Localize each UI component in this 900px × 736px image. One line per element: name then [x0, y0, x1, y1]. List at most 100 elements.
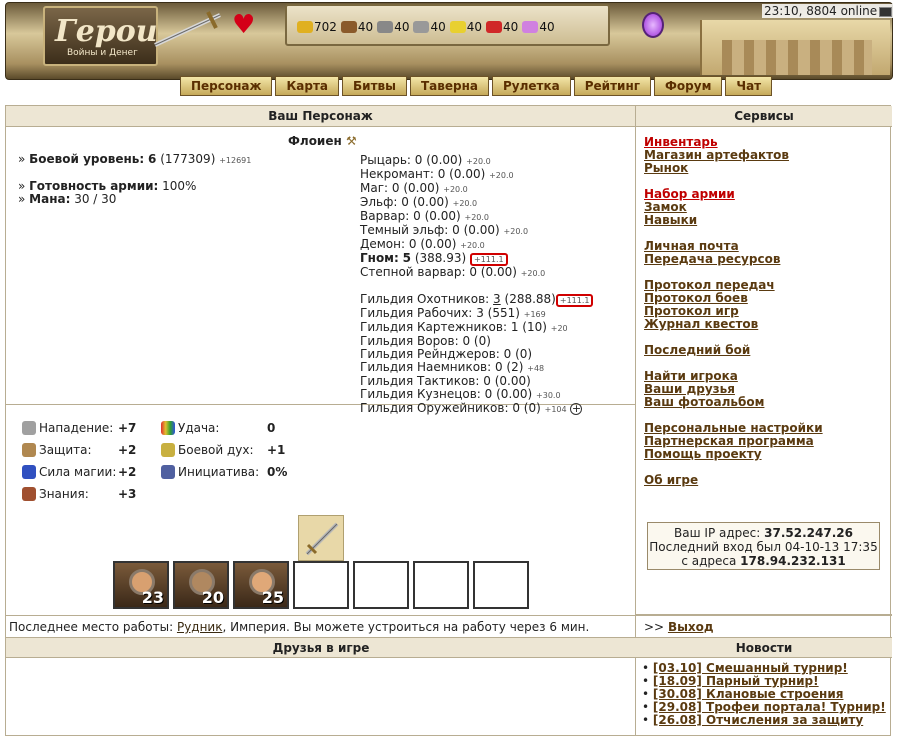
service-link-text[interactable]: Персональные настройки: [644, 421, 823, 435]
nav-button[interactable]: Рейтинг: [573, 76, 652, 96]
guild-value: 0 (0): [503, 347, 533, 361]
service-link-text[interactable]: Передача ресурсов: [644, 252, 780, 266]
resource-crystals[interactable]: 40: [486, 20, 518, 34]
service-link-text[interactable]: Протокол боев: [644, 291, 748, 305]
service-link-text[interactable]: Протокол игр: [644, 304, 739, 318]
online-icon[interactable]: [879, 6, 893, 17]
service-link-text[interactable]: Замок: [644, 200, 687, 214]
nav-button[interactable]: Персонаж: [180, 76, 273, 96]
work-suffix: , Империя. Вы можете устроиться на работ…: [222, 620, 590, 634]
defense-label: Защита:: [39, 443, 92, 457]
logout-link[interactable]: Выход: [668, 620, 714, 634]
services-groups: Инвентарь Магазин артефактов Рынок Набор ар…: [644, 136, 892, 487]
initiative-label: Инициатива:: [178, 465, 260, 479]
initiative-row: Инициатива: 0%: [161, 465, 287, 479]
news-title: Новости: [636, 637, 892, 658]
service-link-text[interactable]: Навыки: [644, 213, 697, 227]
army-slot-3[interactable]: 25: [233, 561, 289, 609]
service-link-text[interactable]: Партнерская программа: [644, 434, 814, 448]
service-link-text[interactable]: Ваши друзья: [644, 382, 735, 396]
resource-ore[interactable]: 40: [377, 20, 409, 34]
hourglass-icon: [161, 465, 175, 479]
service-link-text[interactable]: Найти игрока: [644, 369, 738, 383]
character-name-text[interactable]: Флоиен: [288, 134, 342, 148]
header: Герои Войны и Денег ♥ 702 40 40 40 40 40 40 23…: [0, 0, 900, 105]
resource-value: 40: [539, 20, 555, 34]
service-link-text[interactable]: Последний бой: [644, 343, 750, 357]
services-group: Персональные настройки Партнерская програ…: [644, 422, 892, 461]
faction-delta: +20.0: [452, 199, 478, 208]
nav-button[interactable]: Таверна: [410, 76, 489, 96]
nav-button[interactable]: Чат: [725, 76, 773, 96]
service-link-text[interactable]: Магазин артефактов: [644, 148, 789, 162]
combat-exp-delta: +12691: [219, 156, 252, 165]
nav-button[interactable]: Карта: [275, 76, 340, 96]
faction-row: Некромант: 0 (0.00) +20.0: [360, 168, 593, 182]
guild-delta: +169: [523, 310, 546, 319]
faction-list: Рыцарь: 0 (0.00) +20.0 Некромант: 0 (0.00…: [360, 154, 593, 252]
resource-mercury[interactable]: 40: [413, 20, 446, 34]
guild-label: Гильдия Рейнджеров:: [360, 347, 500, 361]
from-ip-row: с адреса 178.94.232.131: [648, 554, 879, 568]
army-slot-empty[interactable]: [353, 561, 409, 609]
nav-button[interactable]: Рулетка: [492, 76, 571, 96]
service-link-text[interactable]: Ваш фотоальбом: [644, 395, 764, 409]
nav-button[interactable]: Битвы: [342, 76, 407, 96]
morale-label: Боевой дух:: [178, 443, 254, 457]
services-group: Найти игрока Ваши друзья Ваш фотоальбом: [644, 370, 892, 409]
faction-delta: +20.0: [443, 185, 468, 194]
resource-wood[interactable]: 40: [340, 20, 373, 34]
news-link[interactable]: [30.08] Клановые строения: [653, 687, 844, 701]
service-link-text[interactable]: Протокол передач: [644, 278, 775, 292]
service-link: Помощь проекту: [644, 448, 892, 461]
steppe-value: 0 (0.00): [469, 265, 517, 279]
friends-list: [6, 659, 636, 736]
left-column: Ваш Персонаж Флоиен ⚒ » Боевой уровень: …: [6, 106, 636, 735]
news-link[interactable]: [26.08] Отчисления за защиту: [653, 713, 863, 727]
hunters-label: Гильдия Охотников:: [360, 292, 490, 306]
weapon-slot[interactable]: [298, 515, 344, 561]
faction-delta: +20.0: [466, 157, 491, 166]
ip-value: 37.52.247.26: [764, 526, 853, 540]
faction-row: Рыцарь: 0 (0.00) +20.0: [360, 154, 593, 168]
service-link-text[interactable]: Рынок: [644, 161, 688, 175]
work-place-link[interactable]: Рудник: [177, 620, 223, 634]
army-slot-empty[interactable]: [473, 561, 529, 609]
service-link-text[interactable]: Помощь проекту: [644, 447, 762, 461]
army-slot-empty[interactable]: [413, 561, 469, 609]
hunters-delta: +111.1: [555, 294, 594, 307]
army-slot-1[interactable]: 23: [113, 561, 169, 609]
service-link-text[interactable]: Личная почта: [644, 239, 739, 253]
game-logo[interactable]: Герои Войны и Денег: [43, 6, 158, 66]
faction-label: Маг:: [360, 181, 389, 195]
army-slot-2[interactable]: 20: [173, 561, 229, 609]
resource-sulfur[interactable]: 40: [449, 20, 482, 34]
resource-gold[interactable]: 702: [297, 20, 337, 34]
service-link-text[interactable]: Журнал квестов: [644, 317, 758, 331]
guild-delta: +30.0: [536, 391, 561, 400]
faction-row: Варвар: 0 (0.00) +20.0: [360, 210, 593, 224]
morale-value: +1: [267, 443, 286, 457]
faction-value: 0 (0.00): [414, 153, 463, 167]
nav-button[interactable]: Форум: [654, 76, 723, 96]
guild-delta: +48: [527, 364, 545, 373]
hunters-level-link[interactable]: 3: [493, 292, 501, 306]
attributes-area: Нападение: +7 Защита: +2 Сила магии: +2 Зна…: [6, 405, 636, 615]
faction-value: 0 (0.00): [452, 223, 500, 237]
resource-gems[interactable]: 40: [522, 20, 555, 34]
time-online-text: 23:10, 8804 online: [764, 4, 878, 18]
morale-row: Боевой дух: +1: [161, 443, 285, 457]
news-link[interactable]: [18.09] Парный турнир!: [653, 674, 819, 688]
hunters-points: (288.88): [504, 292, 556, 306]
news-link[interactable]: [29.08] Трофеи портала! Турнир!: [653, 700, 886, 714]
faction-row: Маг: 0 (0.00) +20.0: [360, 182, 593, 196]
army-slot-empty[interactable]: [293, 561, 349, 609]
character-summary: » Боевой уровень: 6 (177309) +12691 » Го…: [18, 153, 251, 206]
news-link[interactable]: [03.10] Смешанный турнир!: [653, 661, 848, 675]
gold-icon: [297, 21, 313, 33]
unit-count: 25: [261, 588, 284, 607]
service-link-text[interactable]: Об игре: [644, 473, 698, 487]
service-link-text[interactable]: Набор армии: [644, 187, 735, 201]
service-link-text[interactable]: Инвентарь: [644, 135, 718, 149]
shield-icon: [22, 443, 36, 457]
